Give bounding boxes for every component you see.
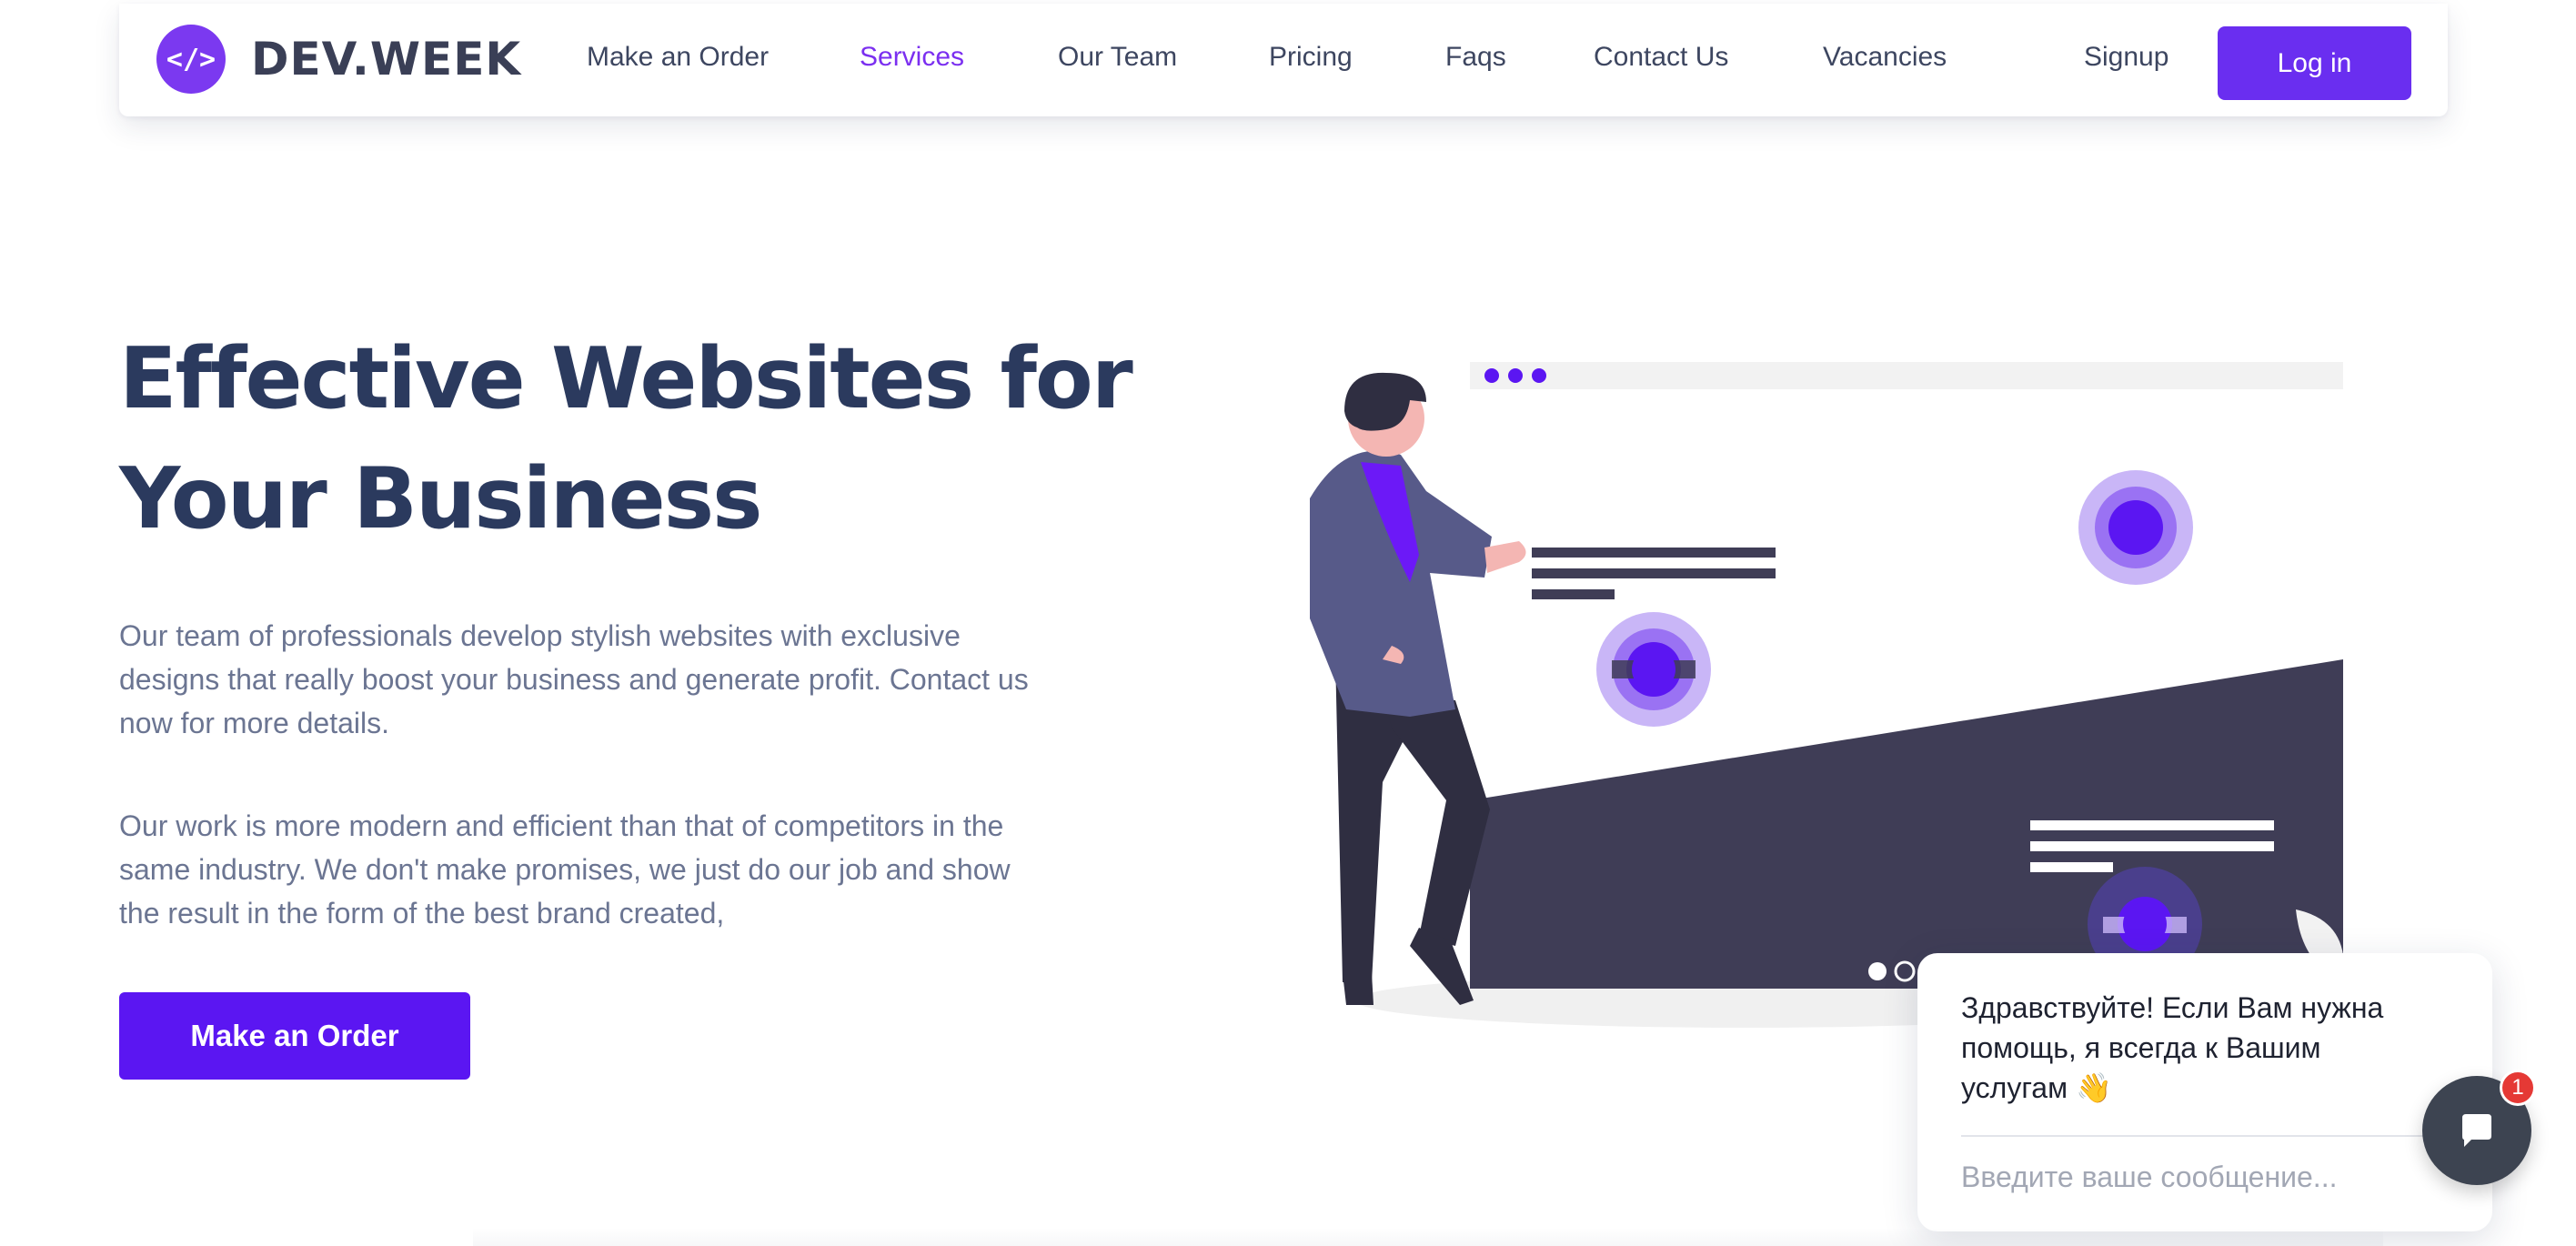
hero-title-line-2: Your Business (119, 449, 762, 548)
chat-bubble-icon (2462, 1114, 2491, 1147)
top-navbar: </> DEV.WEEK Make an Order Services Our … (119, 4, 2448, 116)
next-section-edge (473, 1228, 2383, 1246)
brand-logo[interactable]: </> DEV.WEEK (156, 24, 521, 95)
nav-make-an-order[interactable]: Make an Order (587, 42, 769, 73)
text-line (2030, 841, 2274, 851)
hero-paragraph-2: Our work is more modern and efficient th… (119, 809, 1011, 929)
slider-dot-active[interactable] (1868, 962, 1887, 980)
browser-dot-icon (1484, 368, 1499, 383)
make-an-order-button[interactable]: Make an Order (119, 992, 470, 1080)
login-button[interactable]: Log in (2218, 26, 2411, 100)
nav-faqs[interactable]: Faqs (1445, 42, 1506, 73)
browser-top-bar (1470, 362, 2343, 389)
browser-dot-icon (1532, 368, 1546, 383)
text-line (2030, 862, 2113, 872)
text-line (1532, 589, 1615, 599)
hero-illustration (1310, 362, 2343, 1028)
nav-pricing[interactable]: Pricing (1269, 42, 1353, 73)
nav-our-team[interactable]: Our Team (1058, 42, 1177, 73)
nav-vacancies[interactable]: Vacancies (1823, 42, 1947, 73)
chat-greeting-message: Здравствуйте! Если Вам нужна помощь, я в… (1961, 991, 2384, 1104)
signup-link[interactable]: Signup (2084, 42, 2168, 73)
text-line (1532, 548, 1776, 558)
code-brackets-icon: </> (156, 25, 226, 94)
hero-title: Effective Websites for Your Business (119, 318, 1165, 558)
chat-divider (1961, 1135, 2449, 1137)
chat-popup: Здравствуйте! Если Вам нужна помощь, я в… (1917, 953, 2492, 1231)
browser-dot-icon (1508, 368, 1523, 383)
text-line (2030, 820, 2274, 830)
brand-name: DEV.WEEK (251, 33, 522, 85)
unread-count-badge: 1 (2500, 1070, 2536, 1106)
hero-paragraph-1: Our team of professionals develop stylis… (119, 619, 1029, 739)
text-line (1532, 568, 1776, 578)
chat-message-input[interactable] (1961, 1161, 2452, 1194)
hero-title-line-1: Effective Websites for (119, 329, 1133, 427)
nav-contact-us[interactable]: Contact Us (1594, 42, 1728, 73)
nav-services[interactable]: Services (860, 42, 964, 73)
